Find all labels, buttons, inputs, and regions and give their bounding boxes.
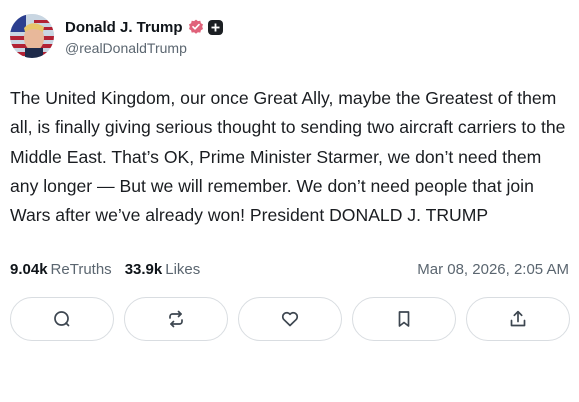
post-header: Donald J. Trump @realDonaldTrump [10,14,223,58]
reply-icon [54,311,70,327]
post-card: Donald J. Trump @realDonaldTrump The Uni… [0,0,579,402]
plus-badge-icon [207,19,223,35]
avatar-image [10,14,54,58]
likes-stat[interactable]: 33.9k Likes [125,261,201,278]
stats-row: 9.04k ReTruths 33.9k Likes Mar 08, 2026, 2… [10,261,569,278]
like-button[interactable] [238,297,342,341]
retruths-count: 9.04k [10,261,48,278]
post-text: The United Kingdom, our once Great Ally,… [10,88,566,226]
retruth-button[interactable] [124,297,228,341]
reply-button[interactable] [10,297,114,341]
bookmark-button[interactable] [352,297,456,341]
retruth-icon [169,310,183,328]
name-row: Donald J. Trump [65,16,223,38]
likes-label: Likes [165,261,201,278]
action-bar [10,297,570,341]
verified-badge-icon [188,19,204,35]
like-icon [281,311,299,327]
handle[interactable]: @realDonaldTrump [65,40,223,56]
share-button[interactable] [466,297,570,341]
author-info: Donald J. Trump @realDonaldTrump [65,16,223,56]
share-icon [510,310,526,327]
avatar[interactable] [10,14,54,58]
timestamp[interactable]: Mar 08, 2026, 2:05 AM [417,261,569,278]
retruths-label: ReTruths [50,261,112,278]
display-name[interactable]: Donald J. Trump [65,19,183,36]
bookmark-icon [398,311,410,327]
retruths-stat[interactable]: 9.04k ReTruths [10,261,112,278]
likes-count: 33.9k [124,261,163,278]
